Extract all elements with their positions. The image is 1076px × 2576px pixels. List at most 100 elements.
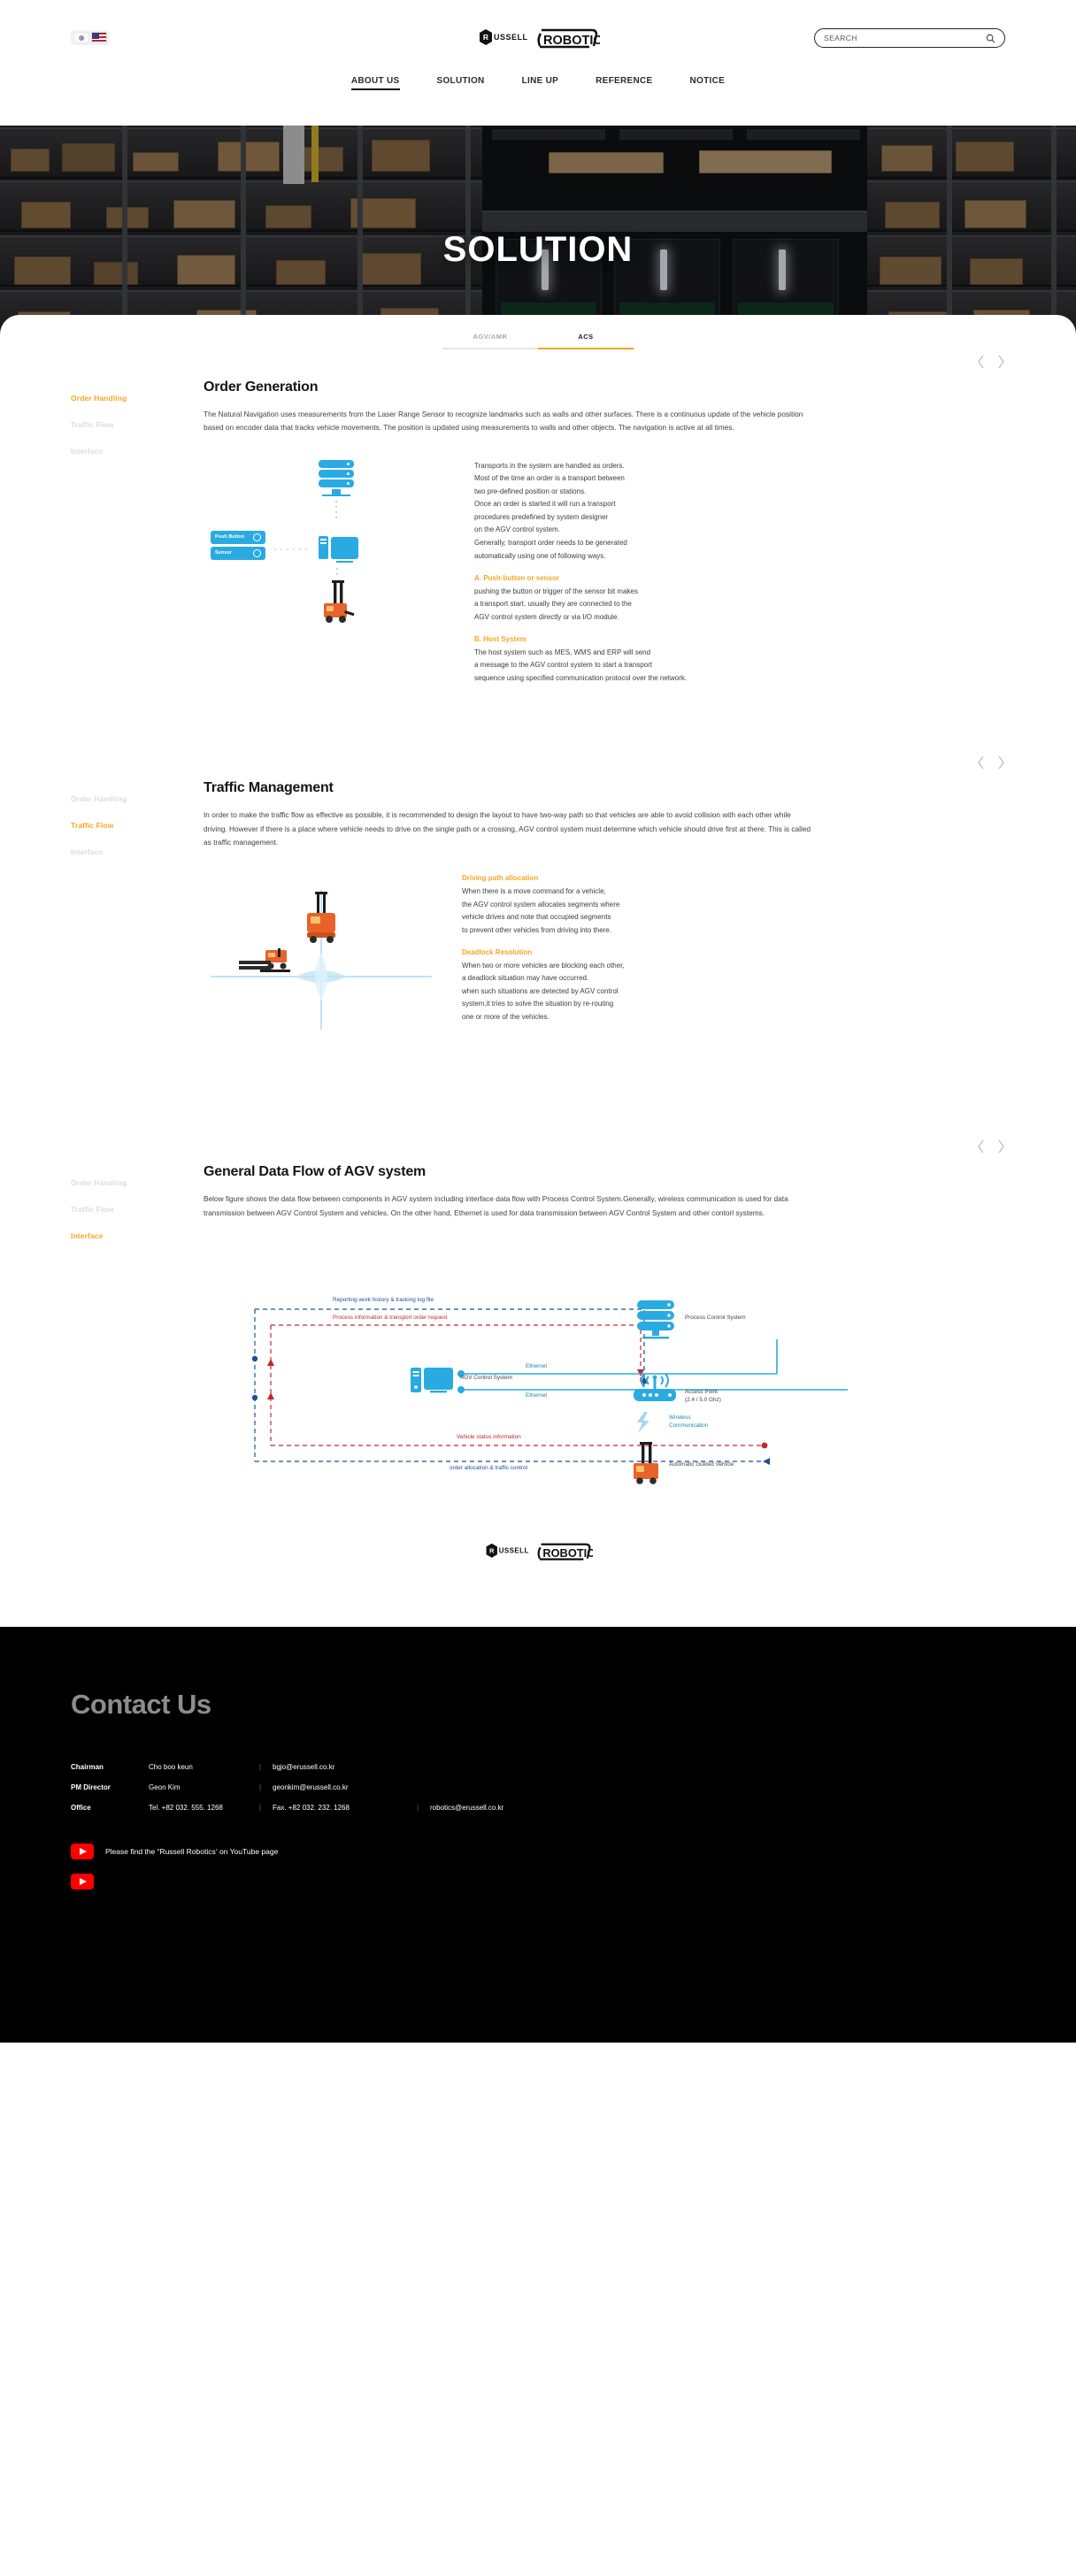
flow-label-ethernet-1: Ethernet (526, 1363, 548, 1370)
logo-mark-icon: R USSELL ROBOTICS (480, 28, 611, 49)
logo-mark-icon: R USSELL ROBOTICS (486, 1544, 593, 1561)
side-nav-order-handling[interactable]: Order Handling (71, 394, 168, 402)
contact-role: PM Director (71, 1783, 111, 1792)
side-nav-interface[interactable]: Interface (71, 447, 168, 456)
section1-body: Transports in the system are handled as … (474, 461, 627, 560)
side-nav-order-handling[interactable]: Order Handling (71, 794, 168, 803)
next-arrow-icon[interactable] (996, 1139, 1005, 1154)
agv-forklift-icon (324, 579, 355, 623)
contact-role: Office (71, 1804, 91, 1813)
section1-item-b-title: B. Host System (474, 635, 526, 644)
table-row: Chairman Cho boo keun | bgjo@erussell.co… (71, 1763, 503, 1783)
sensor-label: Sensor (211, 546, 265, 560)
flow-label-order-allocation: order allocation & traffic control (450, 1465, 527, 1472)
side-nav-traffic-flow[interactable]: Traffic Flow (71, 821, 168, 830)
section3-arrows[interactable] (977, 1139, 1005, 1154)
main-navigation[interactable]: ABOUT US SOLUTION LINE UP REFERENCE NOTI… (0, 76, 1076, 90)
flow-node-access-point: Access Point (2.4 / 5.0 Ghz) (685, 1389, 721, 1404)
connector-dots-vertical-top (335, 500, 337, 518)
prev-arrow-icon[interactable] (977, 1139, 986, 1154)
side-nav-traffic-flow[interactable]: Traffic Flow (71, 420, 168, 429)
contact-email[interactable]: robotics@erussell.co.kr (430, 1804, 503, 1824)
svg-text:ROBOTICS: ROBOTICS (543, 34, 600, 48)
push-button-glyph-icon (253, 533, 261, 541)
next-arrow-icon[interactable] (996, 355, 1005, 369)
section2-description: In order to make the traffic flow as eff… (204, 810, 811, 847)
connector-dots-horizontal (274, 548, 307, 550)
section2-title: Traffic Management (204, 780, 334, 796)
section2-item-b-body: When two or more vehicles are blocking e… (462, 961, 625, 1021)
sensor-glyph-icon (253, 548, 261, 557)
flow-label-vehicle-status: Vehicle status information (457, 1434, 521, 1441)
push-button-label: Push Button (211, 530, 265, 544)
youtube-icon[interactable] (71, 1874, 94, 1890)
crossing-paths-icon (211, 890, 432, 1031)
section2-item-b-title: Deadlock Resolution (462, 948, 533, 957)
svg-text:ROBOTICS: ROBOTICS (542, 1546, 593, 1560)
contact-role: Chairman (71, 1763, 104, 1772)
search-icon[interactable] (986, 34, 995, 43)
computer-icon (319, 535, 358, 563)
svg-text:R: R (489, 1547, 495, 1555)
connector-dots-vertical-bottom (336, 567, 338, 575)
table-row: Office Tel. +82 032. 555. 1268 | Fax. +8… (71, 1804, 503, 1824)
contact-separator: | (258, 1804, 262, 1813)
side-nav-order-handling[interactable]: Order Handling (71, 1178, 168, 1187)
section2-item-a-body: When there is a move command for a vehic… (462, 887, 620, 934)
youtube-link[interactable]: Please find the “Russell Robotics‘ on Yo… (71, 1844, 1005, 1860)
search-box[interactable] (814, 28, 1005, 48)
flag-kr-icon[interactable] (73, 32, 89, 43)
section1-arrows[interactable] (977, 355, 1005, 369)
search-input[interactable] (824, 34, 986, 42)
next-arrow-icon[interactable] (996, 755, 1005, 770)
contact-name: Geon Kim (149, 1783, 181, 1792)
section2-side-nav[interactable]: Order Handling Traffic Flow Interface (71, 780, 168, 1031)
order-generation-text: Transports in the system are handled as … (469, 460, 1005, 686)
footer-heading: Contact Us (71, 1689, 211, 1721)
prev-arrow-icon[interactable] (977, 755, 986, 770)
contact-name: Cho boo keun (149, 1763, 193, 1772)
youtube-icon[interactable] (71, 1844, 94, 1860)
side-nav-traffic-flow[interactable]: Traffic Flow (71, 1205, 168, 1214)
order-generation-figure: Push Button Sensor Transports in the sys… (204, 459, 1005, 686)
contact-email[interactable]: geonkim@erussell.co.kr (273, 1783, 405, 1804)
tab-agv-amr[interactable]: AGV/AMR (442, 333, 538, 349)
traffic-text: Driving path allocation When there is a … (442, 872, 1005, 1031)
nav-item-about-us[interactable]: ABOUT US (350, 76, 400, 90)
section1-side-nav[interactable]: Order Handling Traffic Flow Interface (71, 380, 168, 685)
side-nav-interface[interactable]: Interface (71, 1231, 168, 1240)
flow-label-process-info: Process information & transport order re… (333, 1315, 448, 1322)
section3-side-nav[interactable]: Order Handling Traffic Flow Interface (71, 1164, 168, 1258)
nav-item-reference[interactable]: REFERENCE (596, 76, 652, 90)
contact-separator: | (258, 1783, 262, 1792)
flow-node-process-control-system: Process Control System (685, 1315, 746, 1322)
push-button-text: Push Button (215, 534, 245, 540)
site-logo[interactable]: R USSELL ROBOTICS (476, 27, 611, 53)
contact-fax: Fax. +82 032. 232. 1268 (273, 1804, 350, 1813)
section3-title: General Data Flow of AGV system (204, 1164, 427, 1180)
youtube-link-secondary[interactable] (71, 1874, 1005, 1890)
youtube-text: Please find the “Russell Robotics‘ on Yo… (105, 1847, 279, 1857)
section-order-handling: Order Handling Traffic Flow Interface Or… (0, 349, 1076, 685)
contact-tel: Tel. +82 032. 555. 1268 (149, 1804, 223, 1813)
site-header: R USSELL ROBOTICS ABOUT US SOLUTION LINE… (0, 0, 1076, 126)
side-nav-interface[interactable]: Interface (71, 847, 168, 856)
footer-brand-logo[interactable]: R USSELL ROBOTICS (71, 1491, 1005, 1591)
section1-item-b-body: The host system such as MES, WMS and ERP… (474, 648, 688, 682)
contact-email[interactable]: bgjo@erussell.co.kr (273, 1763, 405, 1783)
language-switcher[interactable] (71, 30, 110, 45)
contact-separator: | (258, 1763, 262, 1772)
server-icon (319, 459, 354, 497)
nav-item-solution[interactable]: SOLUTION (437, 76, 485, 90)
section2-arrows[interactable] (977, 755, 1005, 770)
nav-item-line-up[interactable]: LINE UP (522, 76, 559, 90)
prev-arrow-icon[interactable] (977, 355, 986, 369)
section1-item-a-body: pushing the button or trigger of the sen… (474, 586, 638, 621)
solution-tabs[interactable]: AGV/AMR ACS (0, 315, 1076, 349)
flag-us-icon[interactable] (91, 32, 107, 43)
content-sheet: AGV/AMR ACS Order Handling Traffic Flow … (0, 315, 1076, 1628)
flow-label-reporting: Reporting work history & tracking log fi… (333, 1297, 434, 1304)
section-interface: Order Handling Traffic Flow Interface Ge… (0, 1031, 1076, 1591)
nav-item-notice[interactable]: NOTICE (690, 76, 726, 90)
tab-acs[interactable]: ACS (538, 333, 634, 349)
